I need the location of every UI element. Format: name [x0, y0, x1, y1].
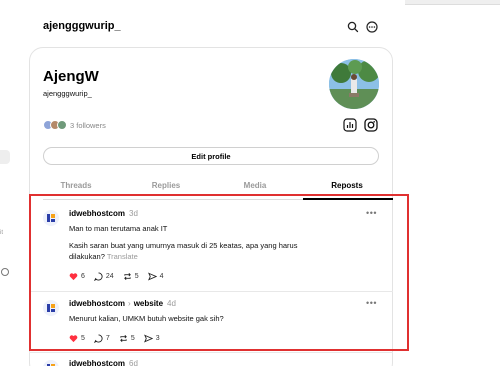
post-text-last: dilakukan? Translate — [69, 251, 339, 262]
sidebar-circle-icon[interactable] — [1, 268, 9, 276]
comment-icon — [93, 272, 103, 281]
post-author[interactable]: idwebhostcom — [69, 299, 125, 308]
heart-icon — [69, 335, 78, 343]
comment-button[interactable]: 7 — [93, 334, 110, 343]
comment-count: 24 — [105, 273, 114, 280]
repost-button[interactable]: 5 — [123, 272, 139, 281]
comment-count: 7 — [105, 335, 110, 342]
repost-count: 5 — [134, 273, 139, 280]
tab-media[interactable]: Media — [213, 180, 297, 200]
repost-icon — [119, 335, 127, 342]
post-header: idwebhostcom 3d — [69, 209, 138, 218]
post-actions: 6 24 5 4 — [69, 272, 173, 281]
like-button[interactable]: 6 — [69, 272, 85, 281]
post-header: idwebhostcom › website 4d — [69, 299, 176, 308]
share-icon — [147, 272, 157, 281]
share-icon — [143, 334, 153, 343]
instagram-icon[interactable] — [364, 118, 378, 132]
post-header: idwebhostcom 6d — [69, 359, 138, 366]
share-button[interactable]: 3 — [143, 334, 160, 343]
post-time: 4d — [167, 299, 176, 308]
post-more-icon[interactable]: ••• — [366, 298, 377, 308]
post-text: Man to man terutama anak IT — [69, 224, 168, 233]
post-author-avatar[interactable] — [43, 210, 59, 226]
profile-display-name: AjengW — [43, 68, 99, 85]
share-count: 3 — [155, 335, 160, 342]
tab-reposts[interactable]: Reposts — [305, 180, 389, 200]
comment-icon — [93, 334, 103, 343]
sidebar-active-pill[interactable] — [0, 150, 10, 164]
top-right-bar — [405, 0, 500, 5]
insights-icon[interactable] — [343, 118, 357, 132]
comment-button[interactable]: 24 — [93, 272, 114, 281]
repost-button[interactable]: 5 — [119, 334, 135, 343]
profile-handle: ajengggwurip_ — [43, 89, 92, 98]
post-time: 6d — [129, 359, 138, 366]
profile-avatar[interactable] — [329, 59, 379, 109]
more-circle-icon[interactable] — [366, 21, 378, 33]
post-text: Kasih saran buat yang umurnya masuk di 2… — [69, 241, 298, 250]
post-text: Menurut kalian, UMKM butuh website gak s… — [69, 314, 224, 323]
edit-profile-button[interactable]: Edit profile — [43, 147, 379, 165]
share-count: 4 — [159, 273, 164, 280]
post-author[interactable]: idwebhostcom — [69, 209, 125, 218]
header-username: ajengggwurip_ — [43, 20, 121, 32]
post-text: dilakukan? — [69, 252, 105, 261]
followers-row[interactable]: 3 followers — [43, 119, 106, 131]
post-more-icon[interactable]: ••• — [366, 208, 377, 218]
sidebar-fragment-text: it — [0, 230, 3, 236]
follower-avatar — [57, 120, 67, 130]
profile-tabs: Threads Replies Media Reposts — [43, 180, 393, 200]
translate-link[interactable]: Translate — [107, 252, 138, 261]
followers-count: 3 followers — [70, 120, 106, 130]
share-button[interactable]: 4 — [147, 272, 164, 281]
search-icon[interactable] — [347, 21, 359, 33]
post-divider — [29, 291, 393, 292]
like-count: 6 — [81, 273, 85, 280]
post-divider — [29, 352, 393, 353]
repost-icon — [123, 273, 131, 280]
heart-icon — [69, 273, 78, 281]
post-time: 3d — [129, 209, 138, 218]
post-community[interactable]: website — [134, 299, 163, 308]
like-button[interactable]: 5 — [69, 334, 85, 343]
tab-active-indicator — [303, 198, 393, 200]
left-sidebar-edge: it — [0, 0, 14, 366]
tab-threads[interactable]: Threads — [34, 180, 118, 200]
post-author[interactable]: idwebhostcom — [69, 359, 125, 366]
chevron-right-icon: › — [128, 299, 131, 308]
post-actions: 5 7 5 3 — [69, 334, 169, 343]
repost-count: 5 — [130, 335, 135, 342]
tab-replies[interactable]: Replies — [124, 180, 208, 200]
like-count: 5 — [81, 335, 85, 342]
post-author-avatar[interactable] — [43, 300, 59, 316]
